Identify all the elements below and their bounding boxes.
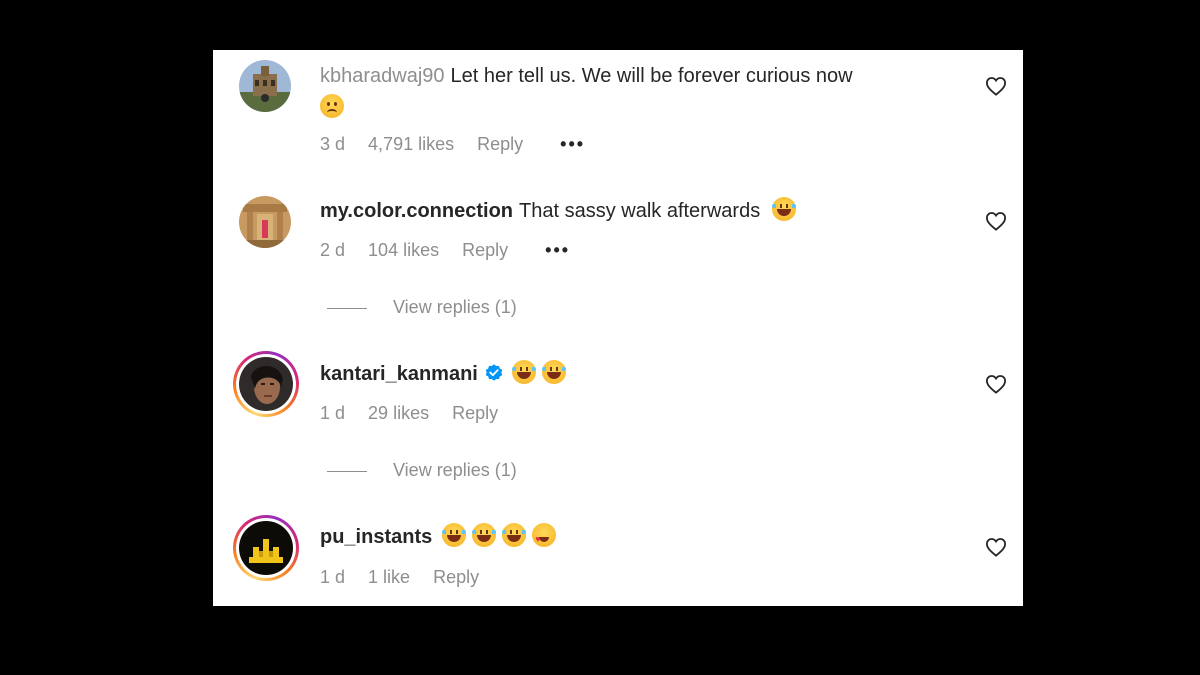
comment-likes[interactable]: 29 likes bbox=[368, 403, 429, 423]
heart-eyes-emoji-icon bbox=[532, 523, 557, 554]
reply-button[interactable]: Reply bbox=[433, 567, 479, 587]
avatar-photo bbox=[239, 196, 291, 248]
comment-username[interactable]: kbharadwaj90 bbox=[320, 65, 445, 87]
avatar[interactable] bbox=[239, 60, 291, 112]
comment-time: 2 d bbox=[320, 240, 346, 260]
comment-text: That sassy walk afterwards bbox=[519, 200, 761, 222]
tears-of-joy-emoji-icon bbox=[511, 360, 536, 384]
tears-of-joy-emoji-icon bbox=[541, 360, 566, 384]
frowning-face-emoji-icon bbox=[320, 94, 344, 118]
comment-body: my.color.connection That sassy walk after… bbox=[320, 197, 940, 226]
comment-body: kantari_kanmani bbox=[320, 360, 940, 389]
view-replies-button[interactable]: View replies (1) bbox=[327, 460, 517, 481]
comment-body: kbharadwaj90 Let her tell us. We will be … bbox=[320, 62, 940, 123]
view-replies-label: View replies (1) bbox=[393, 460, 517, 480]
comment-likes[interactable]: 1 like bbox=[368, 567, 410, 587]
avatar-story-ring[interactable] bbox=[233, 515, 299, 581]
avatar-photo bbox=[239, 60, 291, 112]
comment-meta: 1 d 29 likes Reply bbox=[320, 403, 516, 424]
comment-time: 1 d bbox=[320, 403, 346, 423]
verified-badge-icon bbox=[485, 364, 503, 381]
tears-of-joy-emoji-icon bbox=[771, 197, 796, 221]
comment-time: 3 d bbox=[320, 134, 346, 154]
comment-time: 1 d bbox=[320, 567, 346, 587]
comment-likes[interactable]: 4,791 likes bbox=[368, 134, 454, 154]
avatar-photo bbox=[239, 521, 293, 575]
heart-outline-icon[interactable] bbox=[985, 374, 1007, 394]
reply-button[interactable]: Reply bbox=[452, 403, 498, 423]
comment-text: Let her tell us. We will be forever curi… bbox=[450, 65, 853, 87]
avatar-story-ring[interactable] bbox=[233, 351, 299, 417]
heart-outline-icon[interactable] bbox=[985, 537, 1007, 557]
avatar bbox=[239, 521, 293, 575]
heart-outline-icon[interactable] bbox=[985, 76, 1007, 96]
view-replies-button[interactable]: View replies (1) bbox=[327, 297, 517, 318]
comment-username[interactable]: my.color.connection bbox=[320, 200, 513, 222]
comment-meta: 2 d 104 likes Reply ••• bbox=[320, 240, 588, 261]
heart-outline-icon[interactable] bbox=[985, 211, 1007, 231]
avatar bbox=[239, 357, 293, 411]
more-options-icon[interactable]: ••• bbox=[545, 240, 570, 260]
comment-likes[interactable]: 104 likes bbox=[368, 240, 439, 260]
comments-panel: kbharadwaj90 Let her tell us. We will be … bbox=[213, 50, 1023, 606]
comment-meta: 3 d 4,791 likes Reply ••• bbox=[320, 134, 603, 155]
divider bbox=[327, 307, 367, 309]
divider bbox=[327, 470, 367, 472]
more-options-icon[interactable]: ••• bbox=[560, 134, 585, 154]
comment-username[interactable]: pu_instants bbox=[320, 526, 432, 548]
comment-body: pu_instants bbox=[320, 523, 940, 554]
tears-of-joy-emoji-icon bbox=[472, 523, 497, 547]
comment-username[interactable]: kantari_kanmani bbox=[320, 363, 478, 385]
view-replies-label: View replies (1) bbox=[393, 297, 517, 317]
tears-of-joy-emoji-icon bbox=[502, 523, 527, 547]
tears-of-joy-emoji-icon bbox=[442, 523, 467, 547]
reply-button[interactable]: Reply bbox=[462, 240, 508, 260]
avatar[interactable] bbox=[239, 196, 291, 248]
comment-meta: 1 d 1 like Reply bbox=[320, 567, 497, 588]
reply-button[interactable]: Reply bbox=[477, 134, 523, 154]
avatar-photo bbox=[239, 357, 293, 411]
